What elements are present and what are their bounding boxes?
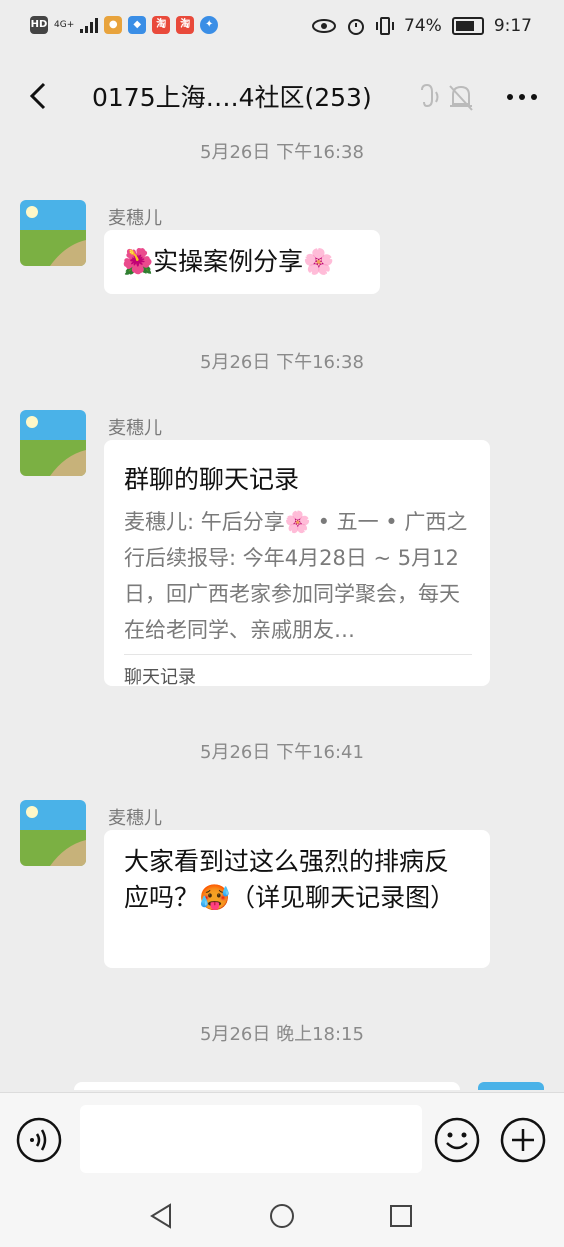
back-button[interactable]	[20, 76, 60, 116]
card-divider	[124, 654, 472, 655]
timestamp: 5月26日 下午16:38	[200, 352, 364, 373]
system-navigation-bar	[0, 1185, 564, 1247]
back-icon	[29, 82, 46, 110]
chat-record-card[interactable]: 群聊的聊天记录 麦穗儿: 午后分享🌸 • 五一 • 广西之行后续报导: 今年4月…	[104, 440, 490, 688]
emoji-button[interactable]	[434, 1117, 480, 1163]
sender-name: 麦穗儿	[108, 418, 162, 439]
sender-name: 麦穗儿	[108, 208, 162, 229]
browser-icon: ✦	[200, 16, 219, 34]
mute-bell-icon	[449, 85, 473, 111]
chat-header: 0175上海….4社区(253)	[0, 56, 564, 136]
system-back-button[interactable]	[146, 1201, 176, 1231]
landscape-avatar-image	[20, 800, 86, 866]
taobao-icon: 淘	[152, 16, 171, 34]
landscape-avatar-image	[20, 200, 86, 266]
timestamp: 5月26日 下午16:38	[200, 142, 364, 163]
sender-name: 麦穗儿	[108, 808, 162, 829]
voice-button[interactable]	[16, 1117, 62, 1163]
message-text: 大家看到过这么强烈的排病反应吗？🥵（详见聊天记录图）	[124, 847, 456, 912]
system-recents-button[interactable]	[386, 1201, 416, 1231]
shield-app-icon: ◆	[128, 16, 147, 34]
hd-badge: HD	[30, 16, 48, 34]
plus-button[interactable]	[500, 1117, 546, 1163]
taobao-alt-icon: 淘	[176, 16, 195, 34]
card-title: 群聊的聊天记录	[124, 465, 300, 494]
more-button[interactable]	[502, 80, 542, 114]
plus-icon	[500, 1117, 546, 1163]
network-label: 4G+	[54, 20, 75, 30]
emoji-icon	[434, 1117, 480, 1163]
landscape-avatar-image	[20, 410, 86, 476]
avatar[interactable]	[20, 200, 86, 266]
card-preview: 麦穗儿: 午后分享🌸 • 五一 • 广西之行后续报导: 今年4月28日 ~ 5月…	[124, 510, 468, 642]
status-left: HD 4G+ ● ◆ 淘 淘 ✦	[30, 16, 219, 34]
status-bar: HD 4G+ ● ◆ 淘 淘 ✦ 74% 9:17	[0, 0, 564, 56]
recents-square-icon	[390, 1205, 412, 1227]
chat-title: 0175上海….4社区(253)	[92, 83, 372, 112]
back-triangle-icon	[150, 1203, 171, 1229]
timestamp: 5月26日 晚上18:15	[200, 1024, 364, 1045]
home-circle-icon	[270, 1204, 294, 1228]
message-text: 🌺实操案例分享🌸	[122, 247, 335, 276]
message-input[interactable]	[80, 1105, 422, 1173]
app-notification-icon: ●	[104, 16, 123, 34]
timestamp: 5月26日 下午16:41	[200, 742, 364, 763]
self-avatar[interactable]	[478, 1082, 544, 1090]
battery-icon	[451, 17, 484, 35]
eye-icon	[312, 19, 337, 33]
avatar[interactable]	[20, 410, 86, 476]
message-bubble[interactable]: 🌺实操案例分享🌸	[104, 230, 380, 294]
vibrate-icon	[376, 17, 395, 35]
message-list[interactable]: 5月26日 下午16:38 麦穗儿 🌺实操案例分享🌸 5月26日 下午16:38…	[0, 130, 564, 1090]
signal-icon	[80, 18, 99, 33]
earpiece-icon	[421, 83, 439, 108]
card-footer: 聊天记录	[124, 667, 196, 688]
more-icon	[507, 94, 537, 100]
battery-percent: 74%	[404, 16, 442, 36]
message-bubble[interactable]: 大家看到过这么强烈的排病反应吗？🥵（详见聊天记录图）	[104, 830, 490, 968]
partial-message-bubble[interactable]	[74, 1082, 460, 1090]
status-right: 74% 9:17	[312, 16, 532, 36]
alarm-icon	[348, 19, 365, 35]
clock: 9:17	[493, 16, 532, 36]
input-bar	[0, 1092, 564, 1185]
avatar[interactable]	[20, 800, 86, 866]
system-home-button[interactable]	[267, 1201, 297, 1231]
voice-icon	[16, 1117, 62, 1163]
